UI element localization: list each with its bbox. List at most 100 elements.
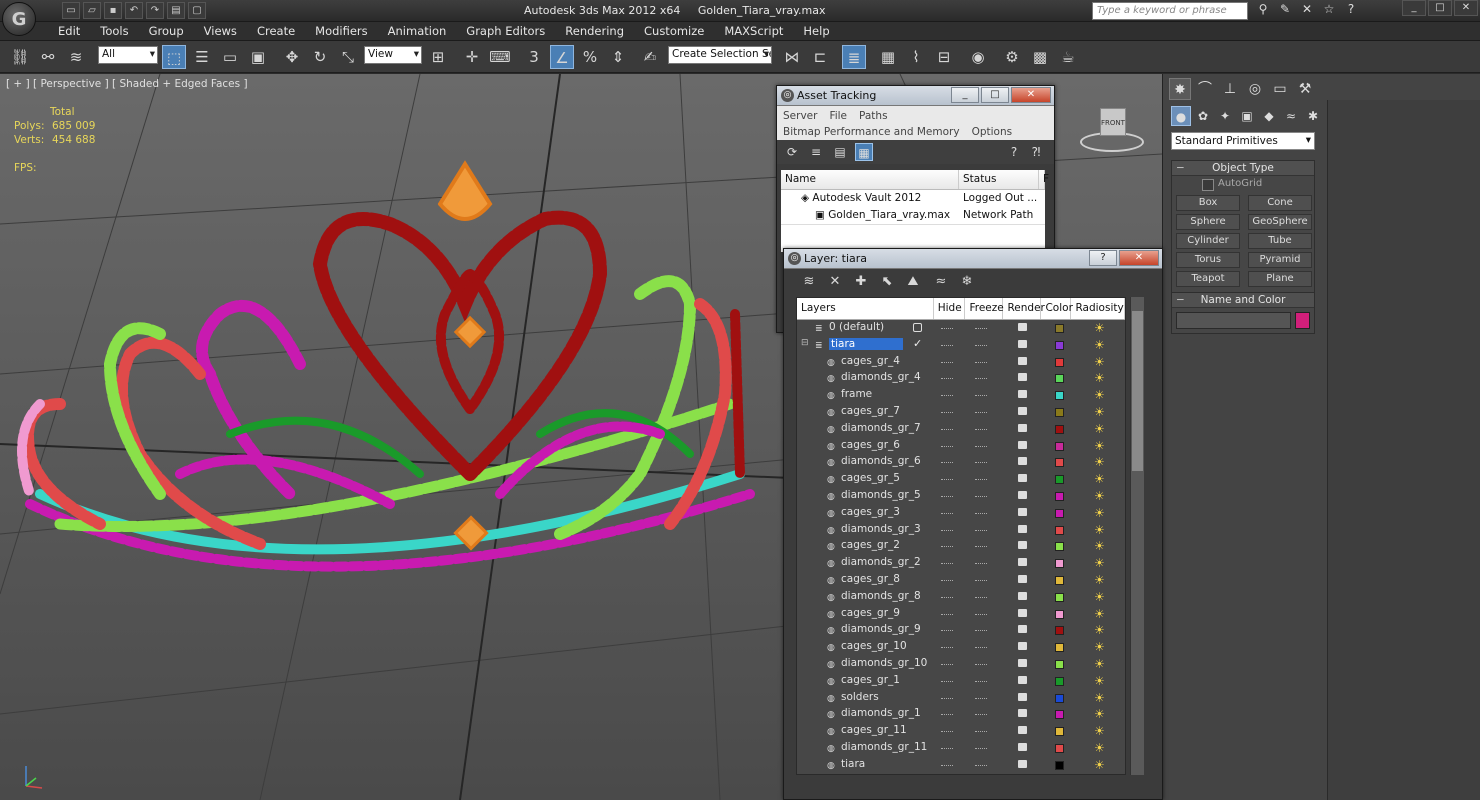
layer-color-swatch[interactable] — [1055, 374, 1064, 384]
layer-hide-toggle[interactable] — [941, 462, 953, 464]
layer-name-cell[interactable]: ◍ diamonds_gr_5 — [827, 489, 921, 502]
layer-row[interactable]: ◍ diamonds_gr_6 ☀ — [797, 454, 1125, 471]
redo-icon[interactable]: ↷ — [146, 2, 164, 19]
new-file-icon[interactable]: ▭ — [62, 2, 80, 19]
render-teapot-icon[interactable] — [1018, 642, 1027, 651]
render-teapot-icon[interactable] — [1018, 423, 1027, 432]
radiosity-icon[interactable]: ☀ — [1094, 658, 1106, 670]
open-file-icon[interactable]: ▱ — [83, 2, 101, 19]
layer-row[interactable]: ◍ diamonds_gr_4 ☀ — [797, 370, 1125, 387]
layer-scrollbar-thumb[interactable] — [1132, 311, 1143, 471]
layer-hide-toggle[interactable] — [941, 563, 953, 565]
layer-freeze-toggle[interactable] — [975, 613, 987, 615]
layer-row[interactable]: ◍ cages_gr_4 ☀ — [797, 354, 1125, 371]
layer-color-swatch[interactable] — [1055, 340, 1064, 350]
exchange-icon[interactable]: ✕ — [1298, 2, 1316, 19]
material-editor-icon[interactable]: ◉ — [966, 45, 990, 69]
layer-hide-toggle[interactable] — [941, 361, 953, 363]
layer-name-cell[interactable]: ◍ cages_gr_2 — [827, 539, 900, 552]
layer-name-cell[interactable]: ≣ 0 (default) — [815, 321, 884, 334]
layer-name-cell[interactable]: ◍ cages_gr_1 — [827, 674, 900, 687]
layer-name-cell[interactable]: ◍ cages_gr_10 — [827, 640, 907, 653]
layer-color-swatch[interactable] — [1055, 391, 1064, 401]
render-teapot-icon[interactable] — [1018, 390, 1027, 399]
rendered-frame-icon[interactable]: ▩ — [1028, 45, 1052, 69]
layer-row[interactable]: ◍ diamonds_gr_3 ☀ — [797, 522, 1125, 539]
layer-row[interactable]: ◍ diamonds_gr_1 ☀ — [797, 706, 1125, 723]
window-crossing-icon[interactable]: ▣ — [246, 45, 270, 69]
layer-hide-toggle[interactable] — [941, 647, 953, 649]
layer-color-swatch[interactable] — [1055, 491, 1064, 501]
plane-button[interactable]: Plane — [1248, 271, 1312, 287]
keyboard-shortcut-icon[interactable]: ⌨ — [488, 45, 512, 69]
layer-hide-toggle[interactable] — [941, 344, 953, 346]
layer-name-cell[interactable]: ◍ cages_gr_3 — [827, 506, 900, 519]
radiosity-icon[interactable]: ☀ — [1094, 389, 1106, 401]
layer-row[interactable]: ◍ cages_gr_1 ☀ — [797, 673, 1125, 690]
cylinder-button[interactable]: Cylinder — [1176, 233, 1240, 249]
spinner-snap-icon[interactable]: ⇕ — [606, 45, 630, 69]
minimize-button[interactable]: _ — [1402, 0, 1426, 16]
radiosity-icon[interactable]: ☀ — [1094, 742, 1106, 754]
layer-freeze-toggle[interactable] — [975, 529, 987, 531]
radiosity-icon[interactable]: ☀ — [1094, 440, 1106, 452]
rotate-icon[interactable]: ↻ — [308, 45, 332, 69]
layer-close-button[interactable]: ✕ — [1119, 250, 1159, 266]
layer-hide-toggle[interactable] — [941, 714, 953, 716]
layer-color-swatch[interactable] — [1055, 508, 1064, 518]
layer-freeze-toggle[interactable] — [975, 663, 987, 665]
radiosity-icon[interactable]: ☀ — [1094, 356, 1106, 368]
asset-maximize-button[interactable]: □ — [981, 87, 1009, 103]
layer-row[interactable]: ◍ diamonds_gr_11 ☀ — [797, 740, 1125, 757]
select-and-link-icon[interactable]: ⛓ — [8, 45, 32, 69]
layer-freeze-toggle[interactable] — [975, 630, 987, 632]
layer-freeze-toggle[interactable] — [975, 462, 987, 464]
layer-name-cell[interactable]: ◍ diamonds_gr_6 — [827, 455, 921, 468]
layer-row[interactable]: ◍ cages_gr_5 ☀ — [797, 471, 1125, 488]
teapot-button[interactable]: Teapot — [1176, 271, 1240, 287]
thumbnail-view-icon[interactable]: ▤ — [831, 143, 849, 161]
layer-name-cell[interactable]: ◍ diamonds_gr_7 — [827, 422, 921, 435]
radiosity-icon[interactable]: ☀ — [1094, 540, 1106, 552]
radiosity-icon[interactable]: ☀ — [1094, 608, 1106, 620]
layer-hide-toggle[interactable] — [941, 680, 953, 682]
layer-col-radiosity[interactable]: Radiosity — [1071, 298, 1125, 319]
application-menu-button[interactable]: G — [2, 2, 36, 36]
menu-animation[interactable]: Animation — [378, 24, 457, 38]
align-icon[interactable]: ⊏ — [808, 45, 832, 69]
move-icon[interactable]: ✥ — [280, 45, 304, 69]
maximize-button[interactable]: □ — [1428, 0, 1452, 16]
render-teapot-icon[interactable] — [1018, 406, 1027, 415]
edit-named-selection-icon[interactable]: ✍ — [638, 45, 662, 69]
schematic-view-icon[interactable]: ⊟ — [932, 45, 956, 69]
refresh-icon[interactable]: ⟳ — [783, 143, 801, 161]
radiosity-icon[interactable]: ☀ — [1094, 641, 1106, 653]
select-object-icon[interactable]: ⬚ — [162, 45, 186, 69]
reference-coordinate-dropdown[interactable]: View — [364, 46, 422, 64]
radiosity-icon[interactable]: ☀ — [1094, 406, 1106, 418]
layer-color-swatch[interactable] — [1055, 609, 1064, 619]
layer-color-swatch[interactable] — [1055, 659, 1064, 669]
box-button[interactable]: Box — [1176, 195, 1240, 211]
layer-hide-toggle[interactable] — [941, 747, 953, 749]
freeze-all-icon[interactable]: ❄ — [958, 273, 976, 291]
rectangular-selection-icon[interactable]: ▭ — [218, 45, 242, 69]
render-teapot-icon[interactable] — [1018, 608, 1027, 617]
layer-name-cell[interactable]: ◍ diamonds_gr_9 — [827, 623, 921, 636]
render-teapot-icon[interactable] — [1018, 726, 1027, 735]
layer-hide-toggle[interactable] — [941, 731, 953, 733]
menu-tools[interactable]: Tools — [90, 24, 138, 38]
render-teapot-icon[interactable] — [1018, 742, 1027, 751]
layer-hide-toggle[interactable] — [941, 613, 953, 615]
layer-name-cell[interactable]: ◍ diamonds_gr_4 — [827, 371, 921, 384]
asset-tracking-titlebar[interactable]: ◎ Asset Tracking _ □ ✕ — [777, 86, 1054, 106]
render-teapot-icon[interactable] — [1018, 490, 1027, 499]
radiosity-icon[interactable]: ☀ — [1094, 708, 1106, 720]
layer-freeze-toggle[interactable] — [975, 647, 987, 649]
autogrid-checkbox[interactable]: AutoGrid — [1172, 176, 1314, 192]
layer-color-swatch[interactable] — [1055, 693, 1064, 703]
radiosity-icon[interactable]: ☀ — [1094, 524, 1106, 536]
layer-freeze-toggle[interactable] — [975, 361, 987, 363]
layer-freeze-toggle[interactable] — [975, 328, 987, 329]
bind-space-warp-icon[interactable]: ≋ — [64, 45, 88, 69]
